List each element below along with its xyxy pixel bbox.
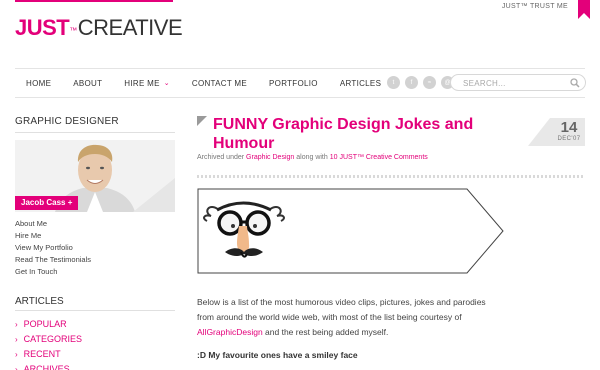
nav-hire-me[interactable]: HIRE ME ⌄	[124, 79, 170, 88]
arrow-right-icon: ›	[15, 365, 18, 370]
meta-prefix: Archived under	[197, 154, 245, 161]
post-title[interactable]: FUNNY Graphic Design Jokes and Humour	[213, 115, 523, 153]
post-meta: Archived under Graphic Design along with…	[197, 154, 428, 161]
bookmark-ribbon-icon[interactable]	[578, 0, 590, 19]
logo-creative: CREATIVE	[77, 15, 183, 40]
meta-comments-link[interactable]: 10 JUST™ Creative Comments	[330, 154, 428, 161]
articles-item-categories[interactable]: › CATEGORIES	[15, 332, 82, 347]
social-icons: t f ≈ @	[387, 76, 459, 89]
sidebar-link-portfolio[interactable]: View My Portfolio	[15, 242, 175, 254]
search-icon[interactable]	[570, 78, 580, 88]
meta-middle: along with	[296, 154, 328, 161]
top-accent-bar	[0, 0, 600, 2]
articles-divider	[15, 310, 175, 311]
nav-articles-label: ARTICLES	[339, 78, 382, 88]
nav-contact-me[interactable]: CONTACT ME	[192, 79, 247, 88]
rss-icon[interactable]: ≈	[423, 76, 436, 89]
search-input[interactable]	[463, 77, 563, 89]
sidebar: GRAPHIC DESIGNER Jacob Cass + About Me H…	[15, 116, 175, 278]
sidebar-links: About Me Hire Me View My Portfolio Read …	[15, 218, 175, 278]
main-navigation: HOME ABOUT HIRE ME ⌄ CONTACT ME PORTFOLIO…	[15, 68, 586, 98]
site-logo[interactable]: JUST™CREATIVE	[15, 15, 183, 41]
sidebar-link-hire[interactable]: Hire Me	[15, 230, 175, 242]
twitter-icon[interactable]: t	[387, 76, 400, 89]
nav-portfolio-label: PORTFOLIO	[269, 78, 318, 88]
trust-me-link[interactable]: JUST™ TRUST ME	[502, 3, 568, 10]
articles-item-recent[interactable]: › RECENT	[15, 347, 82, 362]
search-box	[450, 74, 586, 91]
chevron-down-icon: ⌄	[163, 80, 170, 87]
articles-list: › POPULAR › CATEGORIES › RECENT › ARCHIVES	[15, 317, 82, 370]
articles-item-popular[interactable]: › POPULAR	[15, 317, 82, 332]
profile-card[interactable]: Jacob Cass +	[15, 140, 175, 212]
sidebar-link-contact[interactable]: Get In Touch	[15, 266, 175, 278]
smiley-note: :D My favourite ones have a smiley face	[197, 350, 358, 360]
nav-home[interactable]: HOME	[26, 79, 51, 88]
sidebar-link-testimonials[interactable]: Read The Testimonials	[15, 254, 175, 266]
date-day: 14	[560, 119, 578, 136]
facebook-icon[interactable]: f	[405, 76, 418, 89]
dotted-divider	[197, 175, 585, 178]
top-accent-line	[15, 0, 173, 2]
post-banner-image	[197, 188, 504, 274]
sidebar-divider	[15, 132, 175, 133]
intro-text-1: Below is a list of the most humorous vid…	[197, 297, 486, 322]
arrow-right-icon: ›	[15, 350, 18, 359]
sidebar-title: GRAPHIC DESIGNER	[15, 116, 119, 127]
nav-portfolio[interactable]: PORTFOLIO	[269, 79, 318, 88]
articles-item-label: RECENT	[23, 349, 61, 359]
intro-text-2: and the rest being added myself.	[265, 327, 389, 337]
date-month: DEC'07	[557, 136, 581, 142]
profile-name-tag[interactable]: Jacob Cass +	[15, 196, 79, 210]
nav-home-label: HOME	[26, 78, 52, 88]
articles-item-label: POPULAR	[23, 319, 67, 329]
nav-about[interactable]: ABOUT	[73, 79, 102, 88]
post-intro: Below is a list of the most humorous vid…	[197, 295, 497, 340]
date-badge: 14 DEC'07	[528, 118, 585, 146]
articles-item-label: ARCHIVES	[23, 364, 70, 370]
intro-link[interactable]: AllGraphicDesign	[197, 327, 263, 337]
sidebar-link-about[interactable]: About Me	[15, 218, 175, 230]
articles-title: ARTICLES	[15, 296, 64, 307]
meta-category-link[interactable]: Graphic Design	[246, 154, 294, 161]
nav-contact-label: CONTACT ME	[191, 78, 248, 88]
nav-about-label: ABOUT	[73, 78, 103, 88]
post-corner-icon	[197, 116, 207, 126]
logo-just: JUST	[15, 15, 70, 40]
articles-item-label: CATEGORIES	[23, 334, 83, 344]
logo-tm: ™	[69, 26, 77, 35]
articles-item-archives[interactable]: › ARCHIVES	[15, 362, 82, 370]
arrow-right-icon: ›	[15, 335, 18, 344]
nav-articles[interactable]: ARTICLES	[340, 79, 381, 88]
arrow-right-icon: ›	[15, 320, 18, 329]
nav-hire-me-label: HIRE ME	[124, 78, 160, 88]
